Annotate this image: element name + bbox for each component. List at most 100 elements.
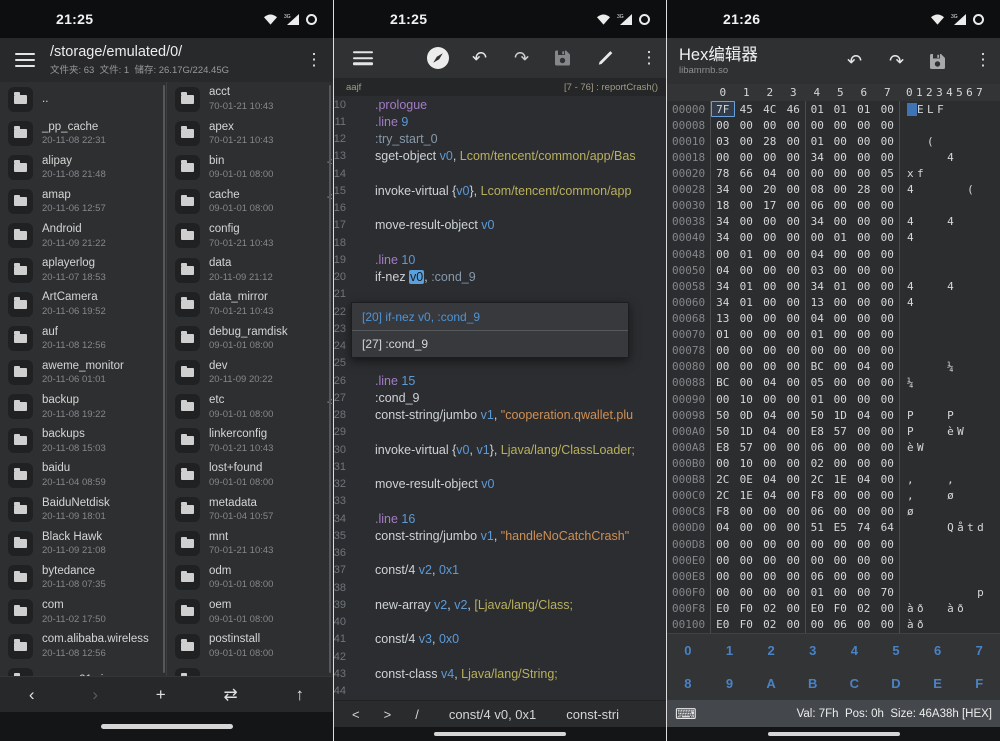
hex-byte[interactable]: 00 bbox=[782, 327, 806, 343]
hex-byte[interactable]: 00 bbox=[829, 165, 853, 181]
hex-byte[interactable]: 28 bbox=[852, 182, 876, 198]
keypad-key-B[interactable]: B bbox=[792, 667, 834, 700]
hex-byte[interactable]: 00 bbox=[735, 536, 759, 552]
snippet-item[interactable]: const-stri bbox=[566, 707, 619, 722]
hex-row[interactable]: 000B82C0E04002C1E0400, , bbox=[667, 472, 1000, 488]
hex-byte[interactable]: 2C bbox=[805, 472, 829, 488]
hex-byte[interactable]: 01 bbox=[805, 584, 829, 600]
hex-byte[interactable]: 2C bbox=[711, 488, 735, 504]
hex-byte[interactable]: 00 bbox=[711, 584, 735, 600]
hex-byte[interactable]: 74 bbox=[852, 520, 876, 536]
hex-byte[interactable]: 01 bbox=[852, 101, 876, 117]
hex-byte[interactable]: 00 bbox=[876, 488, 900, 504]
hex-byte[interactable]: 01 bbox=[805, 101, 829, 117]
hex-byte[interactable]: 00 bbox=[758, 310, 782, 326]
hex-byte[interactable]: 00 bbox=[829, 117, 853, 133]
path-header[interactable]: /storage/emulated/0/ 文件夹: 63 文件: 1 储存: 2… bbox=[50, 44, 305, 76]
file-row[interactable]: ArtCamera20-11-06 19:52 bbox=[0, 287, 166, 321]
hex-byte[interactable]: 00 bbox=[711, 455, 735, 471]
hex-byte[interactable]: 01 bbox=[735, 278, 759, 294]
hex-row[interactable]: 000681300000004000000 bbox=[667, 310, 1000, 326]
hex-byte[interactable]: 00 bbox=[711, 391, 735, 407]
code-line[interactable]: 28const-string/jumbo v1, "cooperation.qw… bbox=[334, 407, 666, 424]
hex-byte[interactable]: 00 bbox=[782, 278, 806, 294]
hex-byte[interactable]: 13 bbox=[711, 310, 735, 326]
hex-byte[interactable]: 02 bbox=[852, 600, 876, 616]
hex-byte[interactable]: 00 bbox=[876, 343, 900, 359]
up-directory-icon[interactable]: ↑ bbox=[296, 686, 305, 703]
hex-byte[interactable]: E0 bbox=[805, 600, 829, 616]
add-tab-icon[interactable]: + bbox=[156, 686, 166, 703]
hex-byte[interactable]: 00 bbox=[876, 472, 900, 488]
file-row[interactable]: metadata70-01-04 10:57 bbox=[167, 492, 332, 526]
hex-byte[interactable]: 00 bbox=[829, 375, 853, 391]
code-line[interactable]: 35const-string/jumbo v1, "handleNoCatchC… bbox=[334, 527, 666, 544]
file-row[interactable]: cache09-01-01 08:00-> bbox=[167, 185, 332, 219]
hex-byte[interactable]: 00 bbox=[852, 391, 876, 407]
hex-byte[interactable]: 00 bbox=[758, 439, 782, 455]
file-row[interactable]: debug_ramdisk09-01-01 08:00 bbox=[167, 321, 332, 355]
hex-byte[interactable]: 01 bbox=[829, 101, 853, 117]
hex-byte[interactable]: 00 bbox=[876, 294, 900, 310]
file-row[interactable]: baidu20-11-04 08:59 bbox=[0, 458, 166, 492]
code-line[interactable]: 39new-array v2, v2, [Ljava/lang/Class; bbox=[334, 596, 666, 613]
hex-byte[interactable]: 00 bbox=[805, 617, 829, 633]
hex-byte[interactable]: 00 bbox=[829, 455, 853, 471]
hex-byte[interactable]: F8 bbox=[711, 504, 735, 520]
file-row[interactable]: dev20-11-09 20:22 bbox=[167, 356, 332, 390]
code-line[interactable]: 37const/4 v2, 0x1 bbox=[334, 562, 666, 579]
hex-byte[interactable]: 00 bbox=[782, 423, 806, 439]
code-line[interactable]: 31 bbox=[334, 458, 666, 475]
keypad-key-0[interactable]: 0 bbox=[667, 634, 709, 667]
hex-byte[interactable]: 00 bbox=[876, 117, 900, 133]
snippet-item[interactable]: / bbox=[415, 707, 419, 722]
hex-byte[interactable]: 00 bbox=[852, 617, 876, 633]
file-row[interactable]: Android20-11-09 21:22 bbox=[0, 219, 166, 253]
hex-byte[interactable]: 34 bbox=[711, 278, 735, 294]
hex-byte[interactable]: E0 bbox=[711, 617, 735, 633]
code-line[interactable]: 19.line 10 bbox=[334, 251, 666, 268]
hex-row[interactable]: 000007F454C4601010100 ELF bbox=[667, 101, 1000, 117]
hex-byte[interactable]: 00 bbox=[876, 600, 900, 616]
hex-byte[interactable]: 03 bbox=[711, 133, 735, 149]
hex-byte[interactable]: 00 bbox=[711, 359, 735, 375]
hex-byte[interactable]: 00 bbox=[735, 310, 759, 326]
hex-byte[interactable]: 00 bbox=[852, 504, 876, 520]
hex-byte[interactable]: 00 bbox=[876, 375, 900, 391]
file-row[interactable]: .. bbox=[0, 82, 166, 116]
hex-row[interactable]: 0006034010000130000004 bbox=[667, 294, 1000, 310]
hex-byte[interactable]: 00 bbox=[735, 133, 759, 149]
hex-byte[interactable]: 4C bbox=[758, 101, 782, 117]
file-row[interactable]: postinstall09-01-01 08:00 bbox=[167, 629, 332, 663]
hex-byte[interactable]: 02 bbox=[758, 617, 782, 633]
hex-byte[interactable]: 00 bbox=[782, 310, 806, 326]
file-row[interactable]: Black Hawk20-11-09 21:08 bbox=[0, 526, 166, 560]
hex-byte[interactable]: 04 bbox=[805, 310, 829, 326]
hex-byte[interactable]: E0 bbox=[711, 600, 735, 616]
code-line[interactable]: 38 bbox=[334, 579, 666, 596]
hex-row[interactable]: 000180000000034000000 4 bbox=[667, 149, 1000, 165]
hex-byte[interactable]: 00 bbox=[758, 214, 782, 230]
file-tab-label[interactable]: aajf bbox=[346, 82, 361, 93]
code-line[interactable]: 30invoke-virtual {v0, v1}, Ljava/lang/Cl… bbox=[334, 441, 666, 458]
hex-byte[interactable]: 00 bbox=[735, 214, 759, 230]
hex-byte[interactable]: 00 bbox=[852, 584, 876, 600]
hex-byte[interactable]: 00 bbox=[876, 262, 900, 278]
hex-byte[interactable]: 00 bbox=[829, 246, 853, 262]
file-row[interactable]: com.alibaba.wireless20-11-08 12:56 bbox=[0, 629, 166, 663]
hex-byte[interactable]: 00 bbox=[782, 488, 806, 504]
hex-byte[interactable]: 04 bbox=[852, 359, 876, 375]
nav-pill[interactable] bbox=[768, 732, 900, 737]
hex-byte[interactable]: 00 bbox=[782, 455, 806, 471]
hex-byte[interactable]: 00 bbox=[782, 117, 806, 133]
file-row[interactable]: aplayerlog20-11-07 18:53 bbox=[0, 253, 166, 287]
hex-byte[interactable]: 00 bbox=[876, 504, 900, 520]
hex-byte[interactable]: 70 bbox=[876, 584, 900, 600]
code-line[interactable]: 36 bbox=[334, 545, 666, 562]
hex-byte[interactable]: 51 bbox=[805, 520, 829, 536]
hex-byte[interactable]: 00 bbox=[782, 165, 806, 181]
nav-pill[interactable] bbox=[434, 732, 566, 737]
hex-byte[interactable]: 00 bbox=[852, 198, 876, 214]
hex-byte[interactable]: 00 bbox=[829, 584, 853, 600]
hex-row[interactable]: 00100E0F0020000060000àð bbox=[667, 617, 1000, 633]
